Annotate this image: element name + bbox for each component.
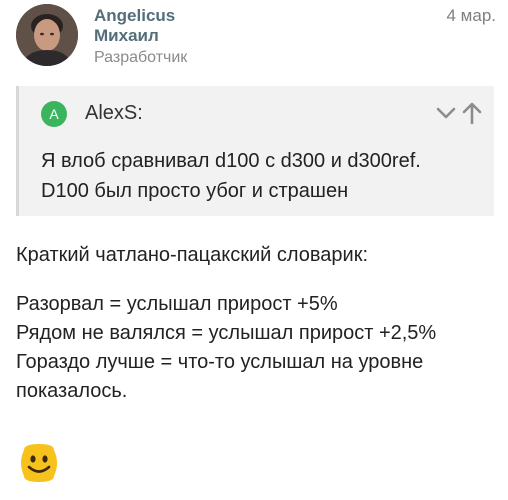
quote-author-badge: A <box>41 101 67 127</box>
quote-block: A AlexS: Я влоб сравнивал d100 с d300 и … <box>16 86 494 216</box>
quote-author[interactable]: AlexS: <box>85 102 143 125</box>
comment-line: показалось. <box>16 380 128 402</box>
quote-line: D100 был просто убог и страшен <box>41 180 349 202</box>
smiley-icon <box>16 440 62 486</box>
avatar-photo <box>16 4 78 66</box>
quote-line: Я влоб сравнивал d100 с d300 и d300ref. <box>41 150 421 172</box>
comment-text-intro: Краткий чатлано-пацакский словарик: <box>16 244 369 266</box>
comment-text-lines: Разорвал = услышал прирост +5% Рядом не … <box>16 290 436 406</box>
quote-text: Я влоб сравнивал d100 с d300 и d300ref. … <box>41 146 421 206</box>
author-name-second-line[interactable]: Михаил <box>94 25 159 47</box>
comment-line: Разорвал = услышал прирост +5% <box>16 293 338 315</box>
comment-line: Гораздо лучше = что-то услышал на уровне <box>16 351 424 373</box>
author-name[interactable]: Angelicus <box>94 5 175 27</box>
post-date: 4 мар. <box>446 6 497 25</box>
avatar[interactable] <box>16 4 78 66</box>
author-role: Разработчик <box>94 49 188 66</box>
arrow-up-icon[interactable] <box>460 100 484 126</box>
comment-line: Рядом не валялся = услышал прирост +2,5% <box>16 322 437 344</box>
chevron-down-icon[interactable] <box>434 102 458 124</box>
